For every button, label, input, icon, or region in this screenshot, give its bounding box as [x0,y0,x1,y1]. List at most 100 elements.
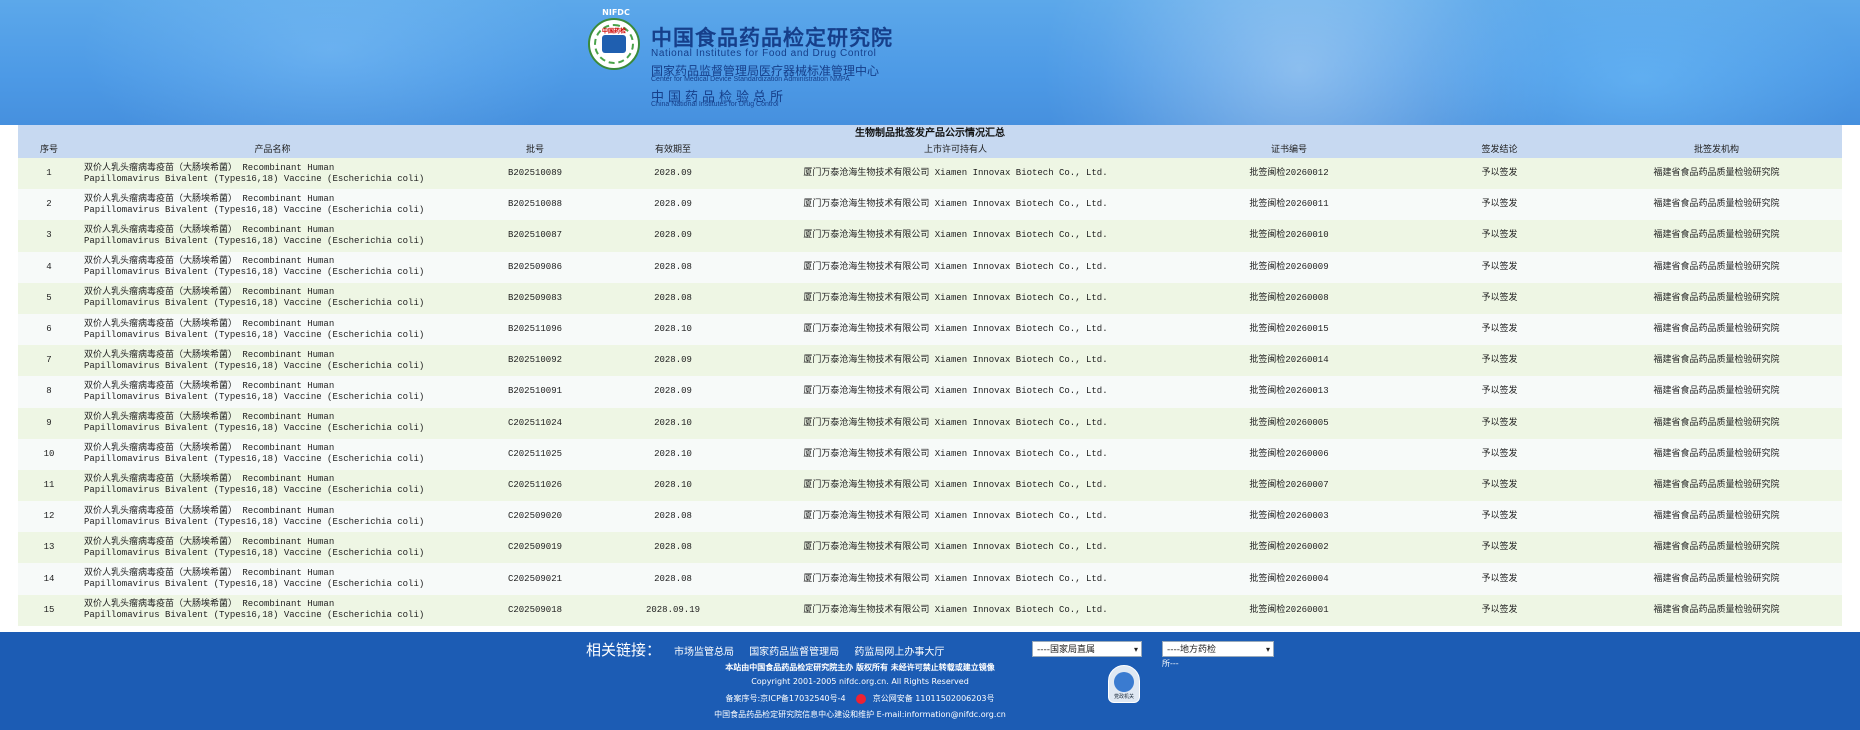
cell-lot: C202511025 [507,448,562,459]
table-row: 6 双价人乳头瘤病毒疫苗（大肠埃希菌） Recombinant Human Papi… [18,313,1842,346]
cell-expiry: 2028.09 [654,355,692,366]
column-header-lot: 批号 [525,145,544,155]
banner-glow [80,0,580,125]
batch-release-table: 序号 产品名称 批号 有效期至 上市许可持有人 证书编号 签发结论 批签发机构 … [18,142,1842,626]
cell-lot: B202510088 [507,199,562,210]
cell-cert: 批签闽检20260003 [1249,511,1329,522]
cell-lot: B202511096 [507,324,562,335]
table-row: 9 双价人乳头瘤病毒疫苗（大肠埃希菌） Recombinant Human Papi… [18,407,1842,439]
footer: 相关链接： 市场监管总局 国家药品监督管理局 药监局网上办事大厅 ----国家局… [0,632,1860,730]
cell-holder: 厦门万泰沧海生物技术有限公司 Xiamen Innovax Biotech Co… [803,355,1108,366]
org-subtitle-english: Center for Medical Device Standardizatio… [651,76,850,83]
cell-lot: C202511024 [507,417,562,428]
product-name-line-1: 双价人乳头瘤病毒疫苗（大肠埃希菌） Recombinant Human [84,380,335,391]
product-name-line-1: 双价人乳头瘤病毒疫苗（大肠埃希菌） Recombinant Human [84,505,335,516]
cell-expiry: 2028.09 [654,230,692,241]
cell-no: 9 [46,417,52,428]
product-name-line-2: Papillomavirus Bivalent (Types16,18) Vac… [84,204,425,215]
product-name-line-1: 双价人乳头瘤病毒疫苗（大肠埃希菌） Recombinant Human [84,256,335,267]
table-row: 13 双价人乳头瘤病毒疫苗（大肠埃希菌） Recombinant Human Pap… [18,532,1842,564]
cell-lot: B202509086 [507,261,562,272]
local-inspection-select[interactable]: ----地方药检 ▾ [1162,641,1274,657]
header-banner: NIFDC 中国药检 中国食品药品检定研究院 National Institut… [0,0,1860,125]
cell-agency: 福建省食品药品质量检验研究院 [1653,604,1780,615]
cell-no: 13 [43,542,55,553]
product-name-line-1: 双价人乳头瘤病毒疫苗（大肠埃希菌） Recombinant Human [84,536,335,547]
batch-release-table-container: 生物制品批签发产品公示情况汇总 序号 产品名称 批号 有效期至 上市许可持有人 [18,125,1842,626]
cell-agency: 福建省食品药品质量检验研究院 [1653,511,1780,522]
table-row: 10 双价人乳头瘤病毒疫苗（大肠埃希菌） Recombinant Human Pap… [18,438,1842,470]
local-inspection-select-value: ----地方药检 [1167,645,1216,655]
column-header-result: 签发结论 [1481,145,1518,155]
cell-lot: B202510087 [507,230,562,241]
cell-expiry: 2028.09 [654,199,692,210]
cell-lot: C202509019 [507,542,562,553]
cell-cert: 批签闽检20260001 [1249,604,1329,615]
cell-no: 2 [46,199,52,210]
cell-cert: 批签闽检20260002 [1249,542,1329,553]
cell-holder: 厦门万泰沧海生物技术有限公司 Xiamen Innovax Biotech Co… [803,199,1108,210]
emblem-seal-text: 中国药检 [601,28,626,35]
national-bureau-select[interactable]: ----国家局直属 ▾ [1032,641,1142,657]
cell-expiry: 2028.09 [654,168,692,179]
product-name-line-1: 双价人乳头瘤病毒疫苗（大肠埃希菌） Recombinant Human [84,474,335,485]
cell-agency: 福建省食品药品质量检验研究院 [1653,479,1780,490]
police-record-link[interactable]: 京公网安备 11011502006203号 [873,694,995,703]
cell-lot: B202509083 [507,292,562,303]
banner-glow [1420,0,1860,125]
cell-agency: 福建省食品药品质量检验研究院 [1653,355,1780,366]
cell-agency: 福建省食品药品质量检验研究院 [1653,292,1780,303]
cell-holder: 厦门万泰沧海生物技术有限公司 Xiamen Innovax Biotech Co… [803,324,1108,335]
table-title: 生物制品批签发产品公示情况汇总 [18,125,1842,142]
product-name-line-2: Papillomavirus Bivalent (Types16,18) Vac… [84,485,425,496]
cell-product-name: 双价人乳头瘤病毒疫苗（大肠埃希菌） Recombinant Human Papil… [80,532,465,563]
cell-product-name: 双价人乳头瘤病毒疫苗（大肠埃希菌） Recombinant Human Papil… [80,595,465,626]
cell-holder: 厦门万泰沧海生物技术有限公司 Xiamen Innovax Biotech Co… [803,604,1108,615]
product-name-line-2: Papillomavirus Bivalent (Types16,18) Vac… [84,360,425,371]
cell-product-name: 双价人乳头瘤病毒疫苗（大肠埃希菌） Recombinant Human Papil… [80,158,465,189]
footer-copyright: Copyright 2001-2005 nifdc.org.cn. All Ri… [751,677,969,686]
cell-product-name: 双价人乳头瘤病毒疫苗（大肠埃希菌） Recombinant Human Papil… [80,439,465,470]
cell-no: 4 [46,261,52,272]
cell-holder: 厦门万泰沧海生物技术有限公司 Xiamen Innovax Biotech Co… [803,448,1108,459]
cell-cert: 批签闽检20260015 [1249,324,1329,335]
cell-lot: C202511026 [507,479,562,490]
product-name-line-1: 双价人乳头瘤病毒疫苗（大肠埃希菌） Recombinant Human [84,599,335,610]
table-row: 12 双价人乳头瘤病毒疫苗（大肠埃希菌） Recombinant Human Pap… [18,501,1842,533]
product-name-line-2: Papillomavirus Bivalent (Types16,18) Vac… [84,547,425,558]
product-name-line-1: 双价人乳头瘤病毒疫苗（大肠埃希菌） Recombinant Human [84,224,335,235]
cell-product-name: 双价人乳头瘤病毒疫苗（大肠埃希菌） Recombinant Human Papil… [80,501,465,532]
government-site-badge-icon[interactable]: 党政机关 [1108,665,1140,703]
cell-lot: B202510089 [507,168,562,179]
cell-cert: 批签闽检20260007 [1249,479,1329,490]
cell-holder: 厦门万泰沧海生物技术有限公司 Xiamen Innovax Biotech Co… [803,230,1108,241]
link-nmpa-online-service[interactable]: 药监局网上办事大厅 [854,647,944,658]
cell-agency: 福建省食品药品质量检验研究院 [1653,542,1780,553]
table-row: 5 双价人乳头瘤病毒疫苗（大肠埃希菌） Recombinant Human Papi… [18,282,1842,314]
table-row: 8 双价人乳头瘤病毒疫苗（大肠埃希菌） Recombinant Human Papi… [18,376,1842,408]
nifdc-logo-icon[interactable]: NIFDC 中国药检 [588,8,640,70]
cell-expiry: 2028.09.19 [645,604,700,615]
cell-no: 5 [46,292,52,303]
link-nmpa[interactable]: 国家药品监督管理局 [749,647,839,658]
cell-holder: 厦门万泰沧海生物技术有限公司 Xiamen Innovax Biotech Co… [803,386,1108,397]
icp-record-link[interactable]: 备案序号:京ICP备17032540号-4 [725,694,845,703]
cell-no: 10 [43,448,55,459]
product-name-line-2: Papillomavirus Bivalent (Types16,18) Vac… [84,423,425,434]
cell-product-name: 双价人乳头瘤病毒疫苗（大肠埃希菌） Recombinant Human Papil… [80,314,465,345]
link-samr[interactable]: 市场监管总局 [674,647,734,658]
cell-result: 予以签发 [1481,199,1518,210]
column-header-cert: 证书编号 [1270,145,1307,155]
cell-expiry: 2028.08 [654,261,692,272]
related-links-label: 相关链接： [586,641,662,659]
table-row: 15 双价人乳头瘤病毒疫苗（大肠埃希菌） Recombinant Human Pap… [18,594,1842,626]
cell-no: 12 [43,511,55,522]
column-header-no: 序号 [39,145,58,155]
product-name-line-2: Papillomavirus Bivalent (Types16,18) Vac… [84,298,425,309]
cell-result: 予以签发 [1481,542,1518,553]
cell-result: 予以签发 [1481,324,1518,335]
badge-text: 党政机关 [1113,694,1134,700]
cell-no: 8 [46,386,52,397]
table-row: 7 双价人乳头瘤病毒疫苗（大肠埃希菌） Recombinant Human Papi… [18,345,1842,377]
org-english-name: National Institutes for Food and Drug Co… [651,48,877,59]
